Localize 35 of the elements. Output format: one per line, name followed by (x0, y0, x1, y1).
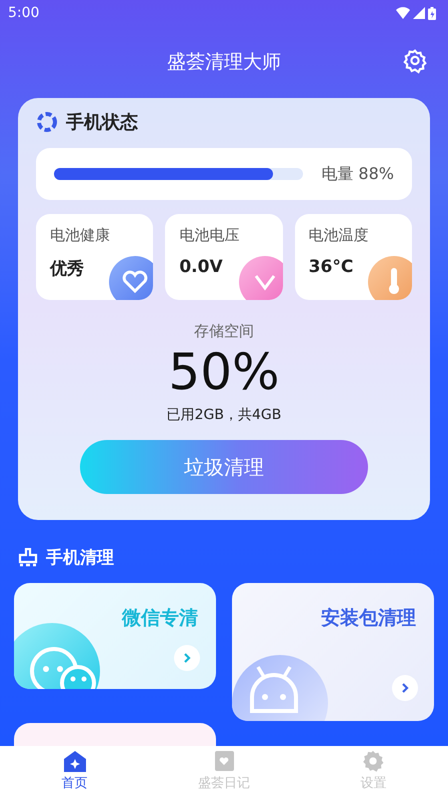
tile-label: 安装包清理 (321, 606, 416, 631)
chevron-icon (400, 682, 410, 694)
stat-label: 电池电压 (179, 226, 240, 245)
wifi-icon (396, 7, 410, 19)
status-time: 5:00 (8, 5, 40, 21)
settings-button[interactable] (402, 48, 428, 74)
card-title: 手机状态 (66, 111, 138, 134)
nav-tab[interactable]: 首页 (0, 746, 150, 800)
battery-icon (428, 6, 436, 20)
dashed-ring-icon (36, 111, 58, 133)
battery-label: 电量 88% (321, 164, 394, 184)
check-icon (252, 272, 277, 292)
stat-value: 0.0V (179, 257, 224, 277)
chevron-icon (182, 652, 192, 664)
app-title: 盛荟清理大师 (167, 50, 281, 75)
chevron-button[interactable] (392, 675, 418, 701)
broom-icon (18, 548, 38, 568)
heart-notebook-icon (212, 750, 235, 772)
stat-value: 36°C (308, 257, 354, 277)
thermometer-icon (387, 268, 401, 296)
heart-icon (122, 270, 148, 294)
home-icon (62, 750, 87, 772)
stat-label: 电池温度 (308, 226, 370, 245)
signal-icon (413, 7, 425, 19)
settings-icon (362, 750, 384, 772)
stat-value: 优秀 (50, 258, 85, 280)
storage-label: 存储空间 (194, 322, 254, 341)
tile-label: 微信专清 (122, 606, 198, 631)
storage-detail: 已用2GB，共4GB (166, 406, 282, 424)
stat-label: 电池健康 (50, 226, 111, 245)
clean-tile[interactable]: 安装包清理 (232, 583, 434, 721)
section-title: 手机清理 (46, 547, 114, 569)
clean-button[interactable]: 垃圾清理 (80, 440, 368, 494)
storage-percent: 50% (168, 345, 280, 400)
clean-tile[interactable]: 微信专清 (14, 583, 216, 689)
